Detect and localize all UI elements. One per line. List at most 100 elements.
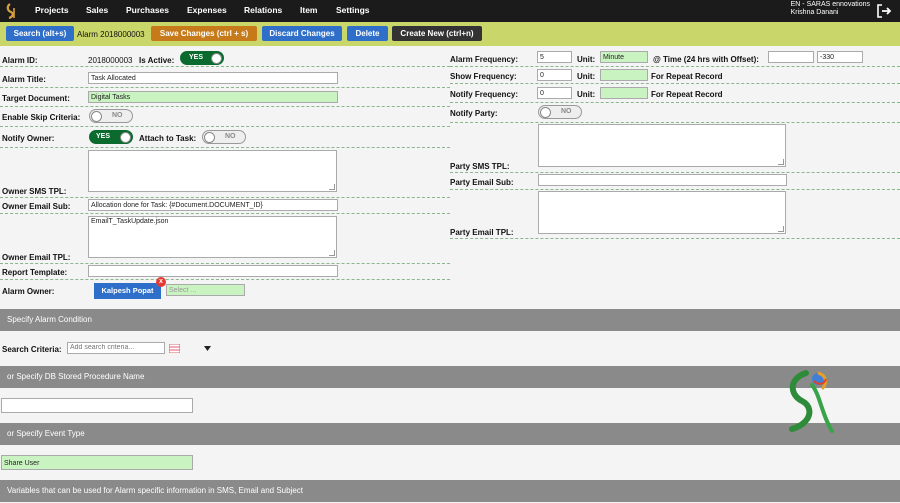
alarm-owner-label: Alarm Owner: [2,287,55,296]
resize-grip[interactable] [778,159,784,165]
is-active-toggle-text: YES [189,54,204,61]
divider [0,279,450,280]
nav-sales[interactable]: Sales [86,5,108,15]
top-nav: Projects Sales Purchases Expenses Relati… [0,0,900,22]
skip-criteria-toggle[interactable]: NO [89,109,133,123]
toggle-knob [91,111,102,122]
resize-grip[interactable] [329,250,335,256]
dropdown-caret-icon[interactable] [204,346,211,351]
create-new-button[interactable]: Create New (ctrl+n) [392,26,482,41]
divider [0,197,450,198]
is-active-label: Is Active: [139,56,175,65]
unit-label: Unit: [577,90,596,99]
divider [450,172,900,173]
alarm-id-value: 2018000003 [88,56,133,65]
notify-party-toggle-text: NO [561,108,572,115]
unit-label: Unit: [577,72,596,81]
party-email-sub-input[interactable] [538,174,787,186]
brand-logo [789,370,834,433]
divider [450,83,900,84]
nav-expenses[interactable]: Expenses [187,5,227,15]
target-document-label: Target Document: [2,94,70,103]
alarm-frequency-label: Alarm Frequency: [450,55,519,64]
report-template-input[interactable] [88,265,338,277]
owner-sms-textarea[interactable] [88,150,337,192]
alarm-prefix: Alarm [77,30,98,39]
resize-grip[interactable] [778,226,784,232]
search-button[interactable]: Search (alt+s) [6,26,74,41]
nav-item[interactable]: Item [300,5,317,15]
owner-email-sub-input[interactable]: Allocation done for Task: {#Document.DOC… [88,199,338,211]
notify-party-label: Notify Party: [450,109,498,118]
show-frequency-input[interactable]: 0 [537,69,572,81]
skip-criteria-toggle-text: NO [112,112,123,119]
save-changes-button[interactable]: Save Changes (ctrl + s) [151,26,257,41]
notify-frequency-input[interactable]: 0 [537,87,572,99]
notify-party-toggle[interactable]: NO [538,105,582,119]
alarm-owner-select[interactable]: Select ... [166,284,245,296]
flag-icon[interactable] [169,344,180,353]
owner-email-tpl-label: Owner Email TPL: [2,253,71,262]
owner-sms-label: Owner SMS TPL: [2,187,67,196]
alarm-frequency-unit[interactable]: Minute [600,51,648,63]
divider [450,102,900,103]
repeat-record-label: For Repeat Record [651,72,723,81]
event-type-header: or Specify Event Type [0,423,900,445]
divider [0,147,450,148]
divider [0,87,450,88]
divider [450,238,900,239]
divider [0,106,450,107]
owner-chip[interactable]: Kalpesh Popat [94,283,161,299]
search-criteria-label: Search Criteria: [2,345,62,354]
app-logo[interactable] [4,2,22,20]
divider [450,66,900,67]
divider [0,126,450,127]
user-info: EN - SARAS ennovations Krishna Danani [791,1,870,17]
alarm-id-label: Alarm ID: [2,56,38,65]
logout-icon[interactable] [876,3,892,19]
show-frequency-label: Show Frequency: [450,72,517,81]
stored-procedure-header: or Specify DB Stored Procedure Name [0,366,900,388]
offset-input[interactable]: -330 [817,51,863,63]
is-active-toggle[interactable]: YES [180,51,224,65]
alarm-title-label: Alarm Title: [2,75,46,84]
delete-button[interactable]: Delete [347,26,388,41]
alarm-title-input[interactable]: Task Allocated [88,72,338,84]
skip-criteria-label: Enable Skip Criteria: [2,113,81,122]
nav-purchases[interactable]: Purchases [126,5,169,15]
party-email-sub-label: Party Email Sub: [450,178,514,187]
repeat-record-label: For Repeat Record [651,90,723,99]
owner-email-sub-label: Owner Email Sub: [2,202,71,211]
divider [0,213,450,214]
nav-settings[interactable]: Settings [336,5,370,15]
party-sms-textarea[interactable] [538,124,786,167]
stored-procedure-input[interactable] [1,398,193,413]
event-type-input[interactable]: Share User [1,455,193,470]
owner-email-tpl-value: EmailT_TaskUpdate.json [91,218,169,225]
divider [450,189,900,190]
owner-email-tpl-textarea[interactable]: EmailT_TaskUpdate.json [88,216,337,258]
report-template-label: Report Template: [2,268,68,277]
alarm-number: Alarm 2018000003 [77,30,145,39]
show-frequency-unit[interactable] [600,69,648,81]
alarm-condition-header: Specify Alarm Condition [0,309,900,331]
party-email-tpl-label: Party Email TPL: [450,228,514,237]
notify-frequency-unit[interactable] [600,87,648,99]
action-toolbar: Search (alt+s) Alarm 2018000003 Save Cha… [0,22,900,46]
resize-grip[interactable] [329,184,335,190]
notify-owner-toggle[interactable]: YES [89,130,133,144]
time-input[interactable] [768,51,814,63]
nav-projects[interactable]: Projects [35,5,69,15]
remove-owner-icon[interactable]: x [156,277,166,287]
nav-relations[interactable]: Relations [244,5,282,15]
toggle-knob [540,107,551,118]
attach-task-label: Attach to Task: [139,134,197,143]
discard-changes-button[interactable]: Discard Changes [262,26,342,41]
attach-task-toggle[interactable]: NO [202,130,246,144]
toggle-knob [204,132,215,143]
party-email-tpl-textarea[interactable] [538,191,786,234]
search-criteria-input[interactable] [67,342,165,354]
party-sms-label: Party SMS TPL: [450,162,510,171]
alarm-frequency-input[interactable]: 5 [537,51,572,63]
target-document-input[interactable]: Digital Tasks [88,91,338,103]
